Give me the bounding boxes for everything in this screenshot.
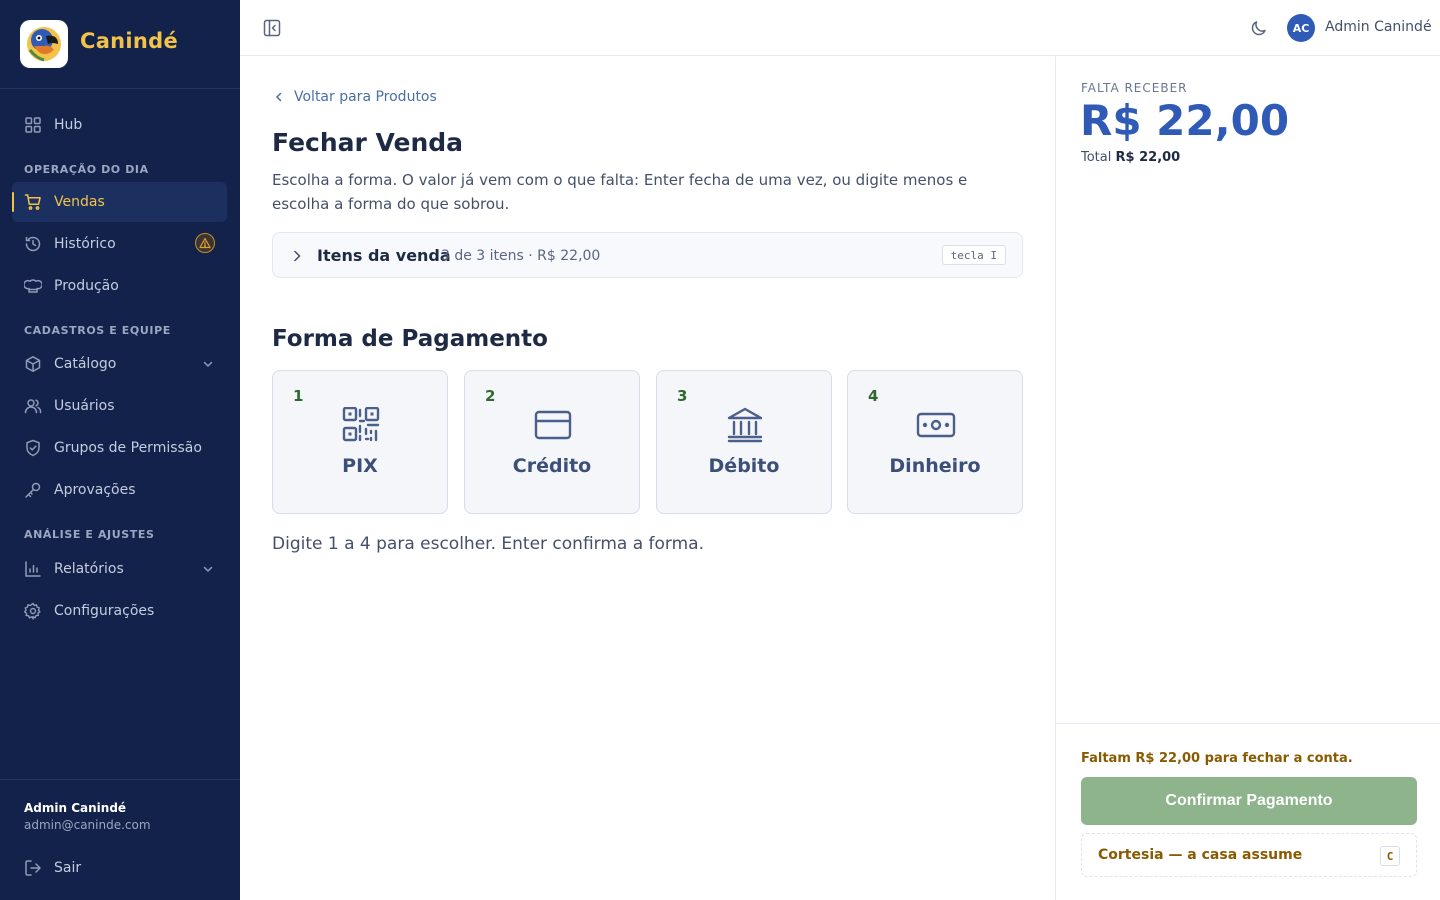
- gear-icon: [24, 602, 41, 620]
- shield-check-icon: [26, 439, 40, 457]
- sidebar-user-email: admin@caninde.com: [24, 818, 151, 832]
- users-icon: [24, 399, 42, 414]
- payment-option-key: 3: [677, 387, 688, 405]
- sidebar: Canindé Hub OPERAÇÃO DO DIA Vendas Histó…: [0, 0, 240, 900]
- bank-icon: [727, 407, 763, 443]
- back-link-label: Voltar para Produtos: [294, 89, 437, 105]
- sidebar-item-hub[interactable]: Hub: [12, 105, 227, 145]
- sidebar-item-catalogo[interactable]: Catálogo: [12, 344, 227, 384]
- warning-icon: [199, 237, 211, 249]
- bar-chart-icon: [25, 561, 41, 577]
- due-amount: R$ 22,00: [1080, 96, 1290, 145]
- chevron-left-icon: [275, 92, 282, 102]
- sidebar-item-grupos-permissao[interactable]: Grupos de Permissão: [12, 428, 227, 468]
- payment-option-label: PIX: [342, 455, 378, 477]
- chevron-down-icon: [203, 361, 213, 368]
- sidebar-item-aprovacoes[interactable]: Aprovações: [12, 470, 227, 510]
- payment-option-debito[interactable]: 3 Débito: [656, 370, 832, 514]
- nav-section-cadastros: CADASTROS E EQUIPE: [24, 324, 171, 337]
- payment-summary-panel: FALTA RECEBER R$ 22,00 Total R$ 22,00 Fa…: [1055, 56, 1440, 900]
- chevron-down-icon: [203, 566, 213, 573]
- warning-badge: [195, 233, 215, 253]
- sidebar-item-configuracoes[interactable]: Configurações: [12, 591, 227, 631]
- sidebar-item-usuarios[interactable]: Usuários: [12, 386, 227, 426]
- logout-icon: [25, 860, 41, 876]
- sidebar-item-label: Aprovações: [54, 482, 136, 498]
- payment-section-title: Forma de Pagamento: [272, 326, 548, 352]
- payment-option-key: 2: [485, 387, 496, 405]
- payment-option-label: Dinheiro: [889, 455, 981, 477]
- sidebar-item-label: Usuários: [54, 398, 115, 414]
- history-icon: [25, 236, 41, 252]
- sidebar-item-label: Hub: [54, 117, 83, 133]
- sidebar-collapse-icon[interactable]: [262, 18, 282, 38]
- banknote-icon: [916, 412, 956, 438]
- courtesy-label: Cortesia — a casa assume: [1098, 847, 1303, 863]
- sidebar-item-label: Relatórios: [54, 561, 124, 577]
- sale-items-collapsible[interactable]: Itens da venda 3 de 3 itens · R$ 22,00 t…: [272, 232, 1023, 278]
- chevron-right-icon: [294, 250, 301, 262]
- payment-option-label: Débito: [708, 455, 780, 477]
- sidebar-item-label: Vendas: [54, 194, 105, 210]
- sidebar-item-relatorios[interactable]: Relatórios: [12, 549, 227, 589]
- courtesy-button[interactable]: Cortesia — a casa assume C: [1081, 833, 1417, 877]
- courtesy-shortcut-badge: C: [1380, 846, 1400, 866]
- confirm-payment-button[interactable]: Confirmar Pagamento: [1081, 777, 1417, 825]
- payment-option-label: Crédito: [512, 455, 592, 477]
- avatar[interactable]: AC: [1287, 14, 1315, 42]
- sidebar-footer: Admin Canindé admin@caninde.com Sair: [0, 779, 240, 900]
- chef-hat-icon: [24, 279, 42, 293]
- sidebar-item-historico[interactable]: Histórico: [12, 224, 227, 264]
- back-to-products-link[interactable]: Voltar para Produtos: [272, 89, 437, 105]
- payment-option-dinheiro[interactable]: 4 Dinheiro: [847, 370, 1023, 514]
- items-shortcut-badge: tecla I: [941, 245, 1006, 265]
- brand-header: Canindé: [0, 0, 240, 89]
- sale-items-meta: 3 de 3 itens · R$ 22,00: [441, 248, 601, 264]
- package-icon: [25, 356, 41, 372]
- brand-name: Canindé: [80, 29, 179, 53]
- nav-section-analise: ANÁLISE E AJUSTES: [24, 528, 155, 541]
- logout-button[interactable]: Sair: [12, 848, 227, 888]
- sidebar-item-producao[interactable]: Produção: [12, 266, 227, 306]
- topbar-user-name[interactable]: Admin Canindé: [1325, 19, 1432, 35]
- sidebar-item-label: Grupos de Permissão: [54, 440, 202, 456]
- sale-items-title: Itens da venda: [317, 246, 451, 265]
- payment-hint: Digite 1 a 4 para escolher. Enter confir…: [272, 534, 705, 554]
- credit-card-icon: [534, 410, 572, 440]
- payment-option-key: 1: [293, 387, 304, 405]
- shopping-cart-icon: [24, 194, 41, 210]
- total-label: Total: [1081, 150, 1112, 165]
- payment-option-credito[interactable]: 2 Crédito: [464, 370, 640, 514]
- qr-code-icon: [342, 407, 380, 442]
- sidebar-item-label: Histórico: [54, 236, 116, 252]
- logout-label: Sair: [54, 860, 82, 876]
- page-title: Fechar Venda: [272, 128, 464, 157]
- payment-option-pix[interactable]: 1 PIX: [272, 370, 448, 514]
- sidebar-user-name: Admin Canindé: [24, 801, 127, 815]
- total-value: R$ 22,00: [1115, 150, 1181, 165]
- total-line: Total R$ 22,00: [1081, 150, 1180, 165]
- sidebar-item-label: Catálogo: [54, 356, 117, 372]
- sidebar-item-label: Produção: [54, 278, 119, 294]
- nav-section-operacao: OPERAÇÃO DO DIA: [24, 163, 149, 176]
- sidebar-item-vendas[interactable]: Vendas: [12, 182, 227, 222]
- topbar: AC Admin Canindé: [240, 0, 1440, 56]
- grid-icon: [25, 117, 41, 133]
- main-content: Voltar para Produtos Fechar Venda Escolh…: [240, 56, 1055, 900]
- remaining-message: Faltam R$ 22,00 para fechar a conta.: [1081, 751, 1353, 766]
- moon-icon[interactable]: [1249, 18, 1269, 38]
- page-description: Escolha a forma. O valor já vem com o qu…: [272, 171, 968, 213]
- summary-footer: Faltam R$ 22,00 para fechar a conta. Con…: [1056, 723, 1440, 900]
- brand-logo[interactable]: [20, 20, 68, 68]
- sidebar-item-label: Configurações: [54, 603, 155, 619]
- payment-option-key: 4: [868, 387, 879, 405]
- due-label: FALTA RECEBER: [1081, 81, 1188, 95]
- key-icon: [25, 482, 41, 498]
